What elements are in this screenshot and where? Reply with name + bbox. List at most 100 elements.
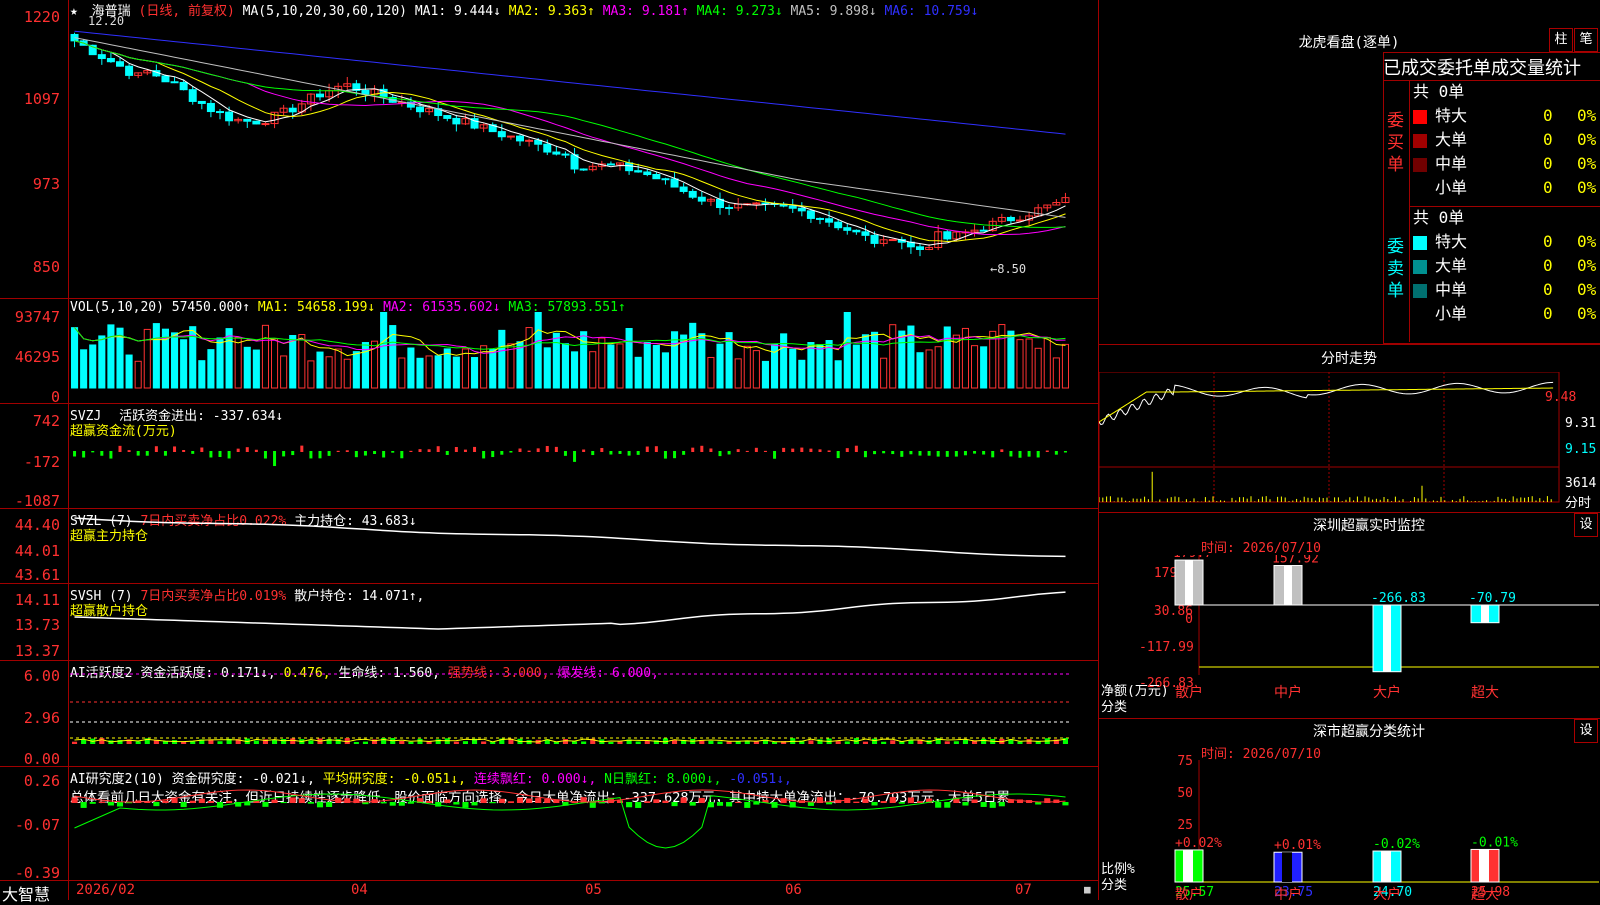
sz-monitor-chart[interactable]: 179.7 散户 157.92 中户 -266.83 大户 -70.79 超大 bbox=[1099, 555, 1600, 715]
candle-body bbox=[652, 174, 661, 180]
ai-research-chart[interactable] bbox=[70, 768, 1098, 880]
sz-settings-button[interactable]: 设 bbox=[1574, 513, 1598, 537]
research-bar bbox=[326, 802, 333, 807]
ai-activity-chart[interactable] bbox=[70, 662, 1098, 766]
volume-bar bbox=[171, 332, 179, 389]
stats-tabs[interactable]: 已成交委托单成交量统计 bbox=[1383, 54, 1600, 80]
volume-bar bbox=[571, 351, 579, 389]
tick-mode-button[interactable]: 笔 bbox=[1574, 28, 1598, 52]
activity-bar bbox=[726, 741, 732, 744]
candle-body bbox=[643, 171, 652, 176]
flow-bar bbox=[1027, 451, 1031, 457]
research-bar bbox=[80, 802, 87, 808]
volume-bar bbox=[980, 346, 988, 389]
fl-pct-label: +0.01% bbox=[1274, 838, 1321, 853]
candle-body bbox=[816, 217, 824, 220]
order-count: 0 bbox=[1543, 178, 1553, 197]
volume-bar bbox=[816, 344, 824, 389]
ai2-axis-mid: -0.07 bbox=[14, 816, 60, 834]
candle-body bbox=[243, 118, 252, 122]
volume-chart[interactable] bbox=[70, 312, 1098, 398]
volume-bar bbox=[916, 352, 924, 389]
volume-bar bbox=[334, 348, 342, 389]
candle-body bbox=[725, 207, 734, 210]
flow-bar bbox=[209, 451, 213, 458]
sz-time: 时间: 2026/07/10 bbox=[1201, 541, 1321, 556]
flow-bar bbox=[936, 451, 940, 457]
flow-bar bbox=[1009, 451, 1013, 457]
date-tick: 2026/02 bbox=[76, 882, 136, 898]
activity-bar bbox=[844, 741, 850, 744]
activity-bar bbox=[408, 741, 414, 744]
activity-bar bbox=[381, 738, 387, 744]
activity-bar bbox=[353, 741, 359, 744]
research-bar bbox=[589, 802, 596, 808]
volume-bar bbox=[325, 356, 333, 389]
flow-bar bbox=[391, 451, 395, 453]
volume-bar bbox=[661, 352, 670, 389]
flow-bar bbox=[191, 451, 195, 454]
volume-bar bbox=[643, 342, 651, 389]
activity-bar bbox=[772, 741, 778, 744]
candle-body bbox=[834, 221, 843, 229]
candle-body bbox=[552, 151, 561, 155]
flow-bar bbox=[291, 451, 295, 456]
fl-settings-button[interactable]: 设 bbox=[1574, 719, 1598, 743]
volume-bar bbox=[343, 358, 351, 389]
volume-bar bbox=[707, 356, 715, 389]
volume-bar bbox=[216, 337, 224, 389]
flow-bar bbox=[845, 448, 849, 452]
research-bar bbox=[162, 800, 169, 803]
flow-bar bbox=[591, 451, 595, 456]
flow-bar bbox=[1054, 451, 1058, 455]
candle-body bbox=[806, 210, 815, 219]
main-chart-area[interactable]: ★ 海普瑞 (日线, 前复权) MA(5,10,20,30,60,120) MA… bbox=[0, 0, 1099, 904]
activity-bar bbox=[644, 740, 650, 744]
svsh-line-chart[interactable] bbox=[70, 585, 1098, 660]
volume-bar bbox=[634, 356, 642, 389]
research-bar bbox=[898, 802, 905, 804]
candle-body bbox=[570, 154, 579, 170]
flow-bar bbox=[1000, 449, 1004, 452]
activity-bar bbox=[481, 741, 487, 744]
research-bar bbox=[462, 802, 469, 808]
volume-bar bbox=[207, 349, 215, 389]
fl-stats-chart[interactable]: +0.02%25.57散户+0.01%23.75中户-0.02%24.70大户-… bbox=[1099, 760, 1600, 900]
activity-bar bbox=[708, 740, 714, 744]
bar-mode-button[interactable]: 柱 bbox=[1549, 28, 1573, 52]
flow-bar bbox=[173, 446, 177, 452]
volume-bar bbox=[416, 357, 424, 389]
candlestick-chart[interactable] bbox=[70, 14, 1098, 294]
volume-bar bbox=[461, 348, 469, 389]
candle-body bbox=[1006, 216, 1015, 222]
flow-bar bbox=[1036, 451, 1040, 458]
research-bar bbox=[753, 802, 760, 805]
svsh-axis-mid: 13.73 bbox=[14, 616, 60, 634]
color-swatch bbox=[1413, 283, 1427, 298]
activity-bar bbox=[572, 741, 578, 744]
intraday-chart[interactable] bbox=[1099, 372, 1565, 508]
volume-bar bbox=[843, 312, 851, 389]
svzj-bar-chart[interactable] bbox=[70, 405, 1098, 505]
flow-bar bbox=[809, 448, 813, 452]
candle-body bbox=[443, 115, 452, 119]
candle-body bbox=[861, 231, 870, 236]
flow-bar bbox=[918, 451, 922, 456]
fl-category-label: 中户 bbox=[1274, 886, 1302, 900]
svzl-line-chart[interactable] bbox=[70, 510, 1098, 582]
brand-logo: 大智慧 bbox=[2, 885, 51, 904]
fl-pct-label: -0.02% bbox=[1373, 837, 1420, 852]
flow-bar bbox=[900, 451, 904, 457]
flow-bar bbox=[927, 451, 931, 456]
research-bar bbox=[280, 802, 287, 804]
activity-bar bbox=[272, 739, 278, 744]
ma-line bbox=[74, 40, 1066, 243]
flow-bar bbox=[109, 451, 113, 459]
research-bar bbox=[216, 802, 224, 808]
flow-bar bbox=[445, 451, 449, 455]
flow-bar bbox=[582, 449, 586, 452]
lock-icon[interactable]: ■ bbox=[1084, 883, 1091, 896]
volume-bar bbox=[89, 344, 97, 389]
buy-total: 共 0单 bbox=[1413, 82, 1465, 101]
flow-bar bbox=[945, 451, 949, 457]
